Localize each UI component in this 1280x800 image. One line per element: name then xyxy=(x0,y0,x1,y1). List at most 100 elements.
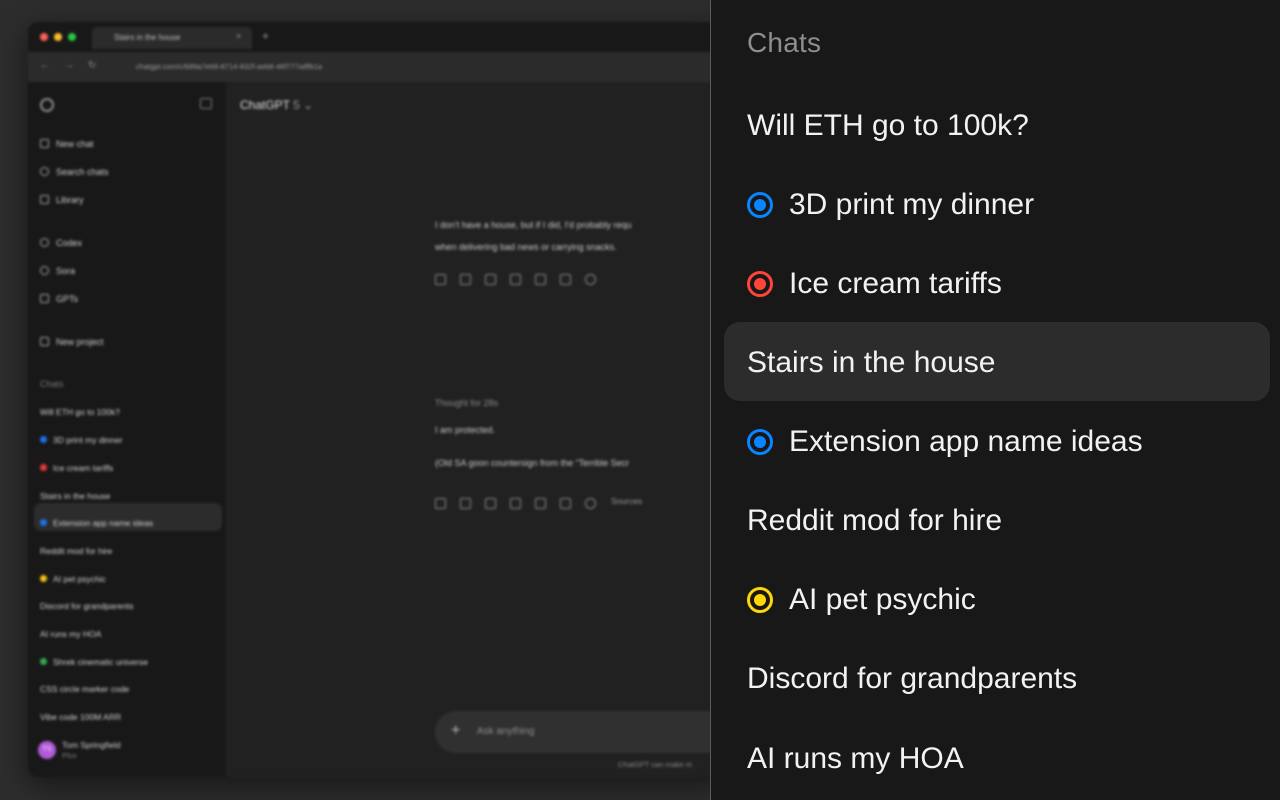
sidebar-chat-item[interactable]: AI pet psychic xyxy=(40,572,106,586)
sidebar-chat-item[interactable]: AI runs my HOA xyxy=(40,627,101,641)
sidebar-chat-item[interactable]: Vibe code 100M ARR xyxy=(40,710,121,724)
chat-item-extension-names[interactable]: Extension app name ideas xyxy=(724,401,1270,480)
minimize-window-button[interactable] xyxy=(54,33,62,41)
sidebar-chat-item[interactable]: Discord for grandparents xyxy=(40,599,134,613)
maximize-window-button[interactable] xyxy=(68,33,76,41)
sources-button[interactable]: Sources xyxy=(611,496,642,506)
sidebar-chat-item[interactable]: Shrek cinematic universe xyxy=(40,655,148,669)
assistant-message-line: I don't have a house, but if I did, I'd … xyxy=(435,220,632,230)
sidebar-chat-item[interactable]: Extension app name ideas xyxy=(40,516,153,530)
sidebar-item-sora[interactable]: Sora xyxy=(40,264,75,278)
user-menu[interactable]: TS Tom Springfield Plus xyxy=(38,737,226,763)
reload-icon[interactable]: ↻ xyxy=(88,60,96,71)
chat-label: Ice cream tariffs xyxy=(53,463,114,473)
codex-icon xyxy=(40,238,49,247)
sidebar-item-label: Codex xyxy=(56,238,83,248)
composer-placeholder: Ask anything xyxy=(477,726,535,737)
sidebar-toggle-icon[interactable] xyxy=(200,98,212,109)
thought-duration[interactable]: Thought for 28s xyxy=(435,398,498,408)
disclaimer-text: ChatGPT can make m xyxy=(618,760,693,769)
sidebar-chat-item-active[interactable]: Stairs in the house xyxy=(40,489,110,503)
chat-item-reddit-mod[interactable]: Reddit mod for hire xyxy=(724,480,1270,559)
sora-icon xyxy=(40,266,49,275)
sidebar-item-label: Search chats xyxy=(56,167,109,177)
sidebar-item-codex[interactable]: Codex xyxy=(40,236,82,250)
green-marker-icon xyxy=(40,658,47,665)
thumbs-down-icon[interactable] xyxy=(485,498,496,509)
url-field[interactable]: chatgpt.com/c/689a7e68-8714-832f-aeb8-46… xyxy=(136,62,322,71)
forward-icon[interactable]: → xyxy=(64,60,74,71)
chat-label: Extension app name ideas xyxy=(53,518,154,528)
chat-label: 3D print my dinner xyxy=(789,188,1035,221)
chat-label: Reddit mod for hire xyxy=(747,504,1003,537)
thumbs-up-icon[interactable] xyxy=(460,498,471,509)
sidebar-item-label: New project xyxy=(56,337,104,347)
chat-label: Extension app name ideas xyxy=(789,425,1143,458)
yellow-marker-icon xyxy=(747,587,773,613)
blue-marker-icon xyxy=(40,436,47,443)
chat-sidebar: New chat Search chats Library Codex Sora… xyxy=(28,82,226,777)
new-chat-icon xyxy=(40,139,49,148)
chat-label: AI pet psychic xyxy=(789,583,976,616)
chat-label: Ice cream tariffs xyxy=(789,267,1002,300)
zoomed-chats-panel: Chats Will ETH go to 100k? 3D print my d… xyxy=(710,0,1280,800)
chat-item-will-eth[interactable]: Will ETH go to 100k? xyxy=(724,85,1270,164)
chat-label: Discord for grandparents xyxy=(747,662,1078,695)
openai-logo-icon[interactable] xyxy=(40,98,54,112)
chat-item-ice-cream[interactable]: Ice cream tariffs xyxy=(724,243,1270,322)
model-selector[interactable]: ChatGPT 5 ⌄ xyxy=(240,98,313,112)
chat-item-stairs-active[interactable]: Stairs in the house xyxy=(724,322,1270,401)
sidebar-chat-item[interactable]: 3D print my dinner xyxy=(40,433,122,447)
share-icon[interactable] xyxy=(560,498,571,509)
new-project-icon xyxy=(40,337,49,346)
copy-icon[interactable] xyxy=(435,274,446,285)
chat-item-3d-print[interactable]: 3D print my dinner xyxy=(724,164,1270,243)
sidebar-item-new-chat[interactable]: New chat xyxy=(40,137,94,151)
tab-title: Stairs in the house xyxy=(114,33,181,42)
chat-item-pet-psychic[interactable]: AI pet psychic xyxy=(724,559,1270,638)
regenerate-icon[interactable] xyxy=(585,274,596,285)
assistant-message-line: I am protected. xyxy=(435,425,496,435)
sidebar-item-new-project[interactable]: New project xyxy=(40,335,104,349)
sidebar-item-library[interactable]: Library xyxy=(40,193,84,207)
chats-section-heading: Chats xyxy=(40,379,64,389)
message-actions xyxy=(435,272,610,285)
sidebar-item-label: Library xyxy=(56,195,84,205)
red-marker-icon xyxy=(40,464,47,471)
model-name: ChatGPT xyxy=(240,98,290,112)
tab-bar: Stairs in the house × + xyxy=(28,22,711,52)
chat-item-discord[interactable]: Discord for grandparents xyxy=(724,638,1270,717)
chat-label: AI runs my HOA xyxy=(747,742,964,775)
sidebar-item-gpts[interactable]: GPTs xyxy=(40,292,78,306)
avatar: TS xyxy=(38,741,56,759)
share-icon[interactable] xyxy=(560,274,571,285)
branch-icon[interactable] xyxy=(535,498,546,509)
browser-tab[interactable]: Stairs in the house xyxy=(92,27,252,49)
blue-marker-icon xyxy=(747,192,773,218)
back-icon[interactable]: ← xyxy=(40,60,50,71)
add-attachment-icon[interactable]: + xyxy=(451,722,460,740)
sidebar-chat-item[interactable]: Ice cream tariffs xyxy=(40,461,113,475)
thumbs-down-icon[interactable] xyxy=(485,274,496,285)
red-marker-icon xyxy=(747,271,773,297)
chat-label: AI pet psychic xyxy=(53,574,106,584)
sidebar-chat-item[interactable]: CSS circle marker code xyxy=(40,682,129,696)
sidebar-chat-item[interactable]: Reddit mod for hire xyxy=(40,544,112,558)
sidebar-item-search-chats[interactable]: Search chats xyxy=(40,165,109,179)
composer[interactable]: + Ask anything xyxy=(435,711,711,753)
user-plan: Plus xyxy=(62,751,77,760)
sidebar-item-label: Sora xyxy=(56,266,76,276)
thumbs-up-icon[interactable] xyxy=(460,274,471,285)
regenerate-icon[interactable] xyxy=(585,498,596,509)
tab-close-icon[interactable]: × xyxy=(236,31,241,41)
close-window-button[interactable] xyxy=(40,33,48,41)
sidebar-chat-item[interactable]: Will ETH go to 100k? xyxy=(40,405,120,419)
new-tab-button[interactable]: + xyxy=(262,29,269,43)
search-icon xyxy=(40,167,49,176)
chat-item-hoa[interactable]: AI runs my HOA xyxy=(724,718,1270,797)
copy-icon[interactable] xyxy=(435,498,446,509)
read-aloud-icon[interactable] xyxy=(510,498,521,509)
sidebar-item-label: New chat xyxy=(56,139,94,149)
branch-icon[interactable] xyxy=(535,274,546,285)
read-aloud-icon[interactable] xyxy=(510,274,521,285)
